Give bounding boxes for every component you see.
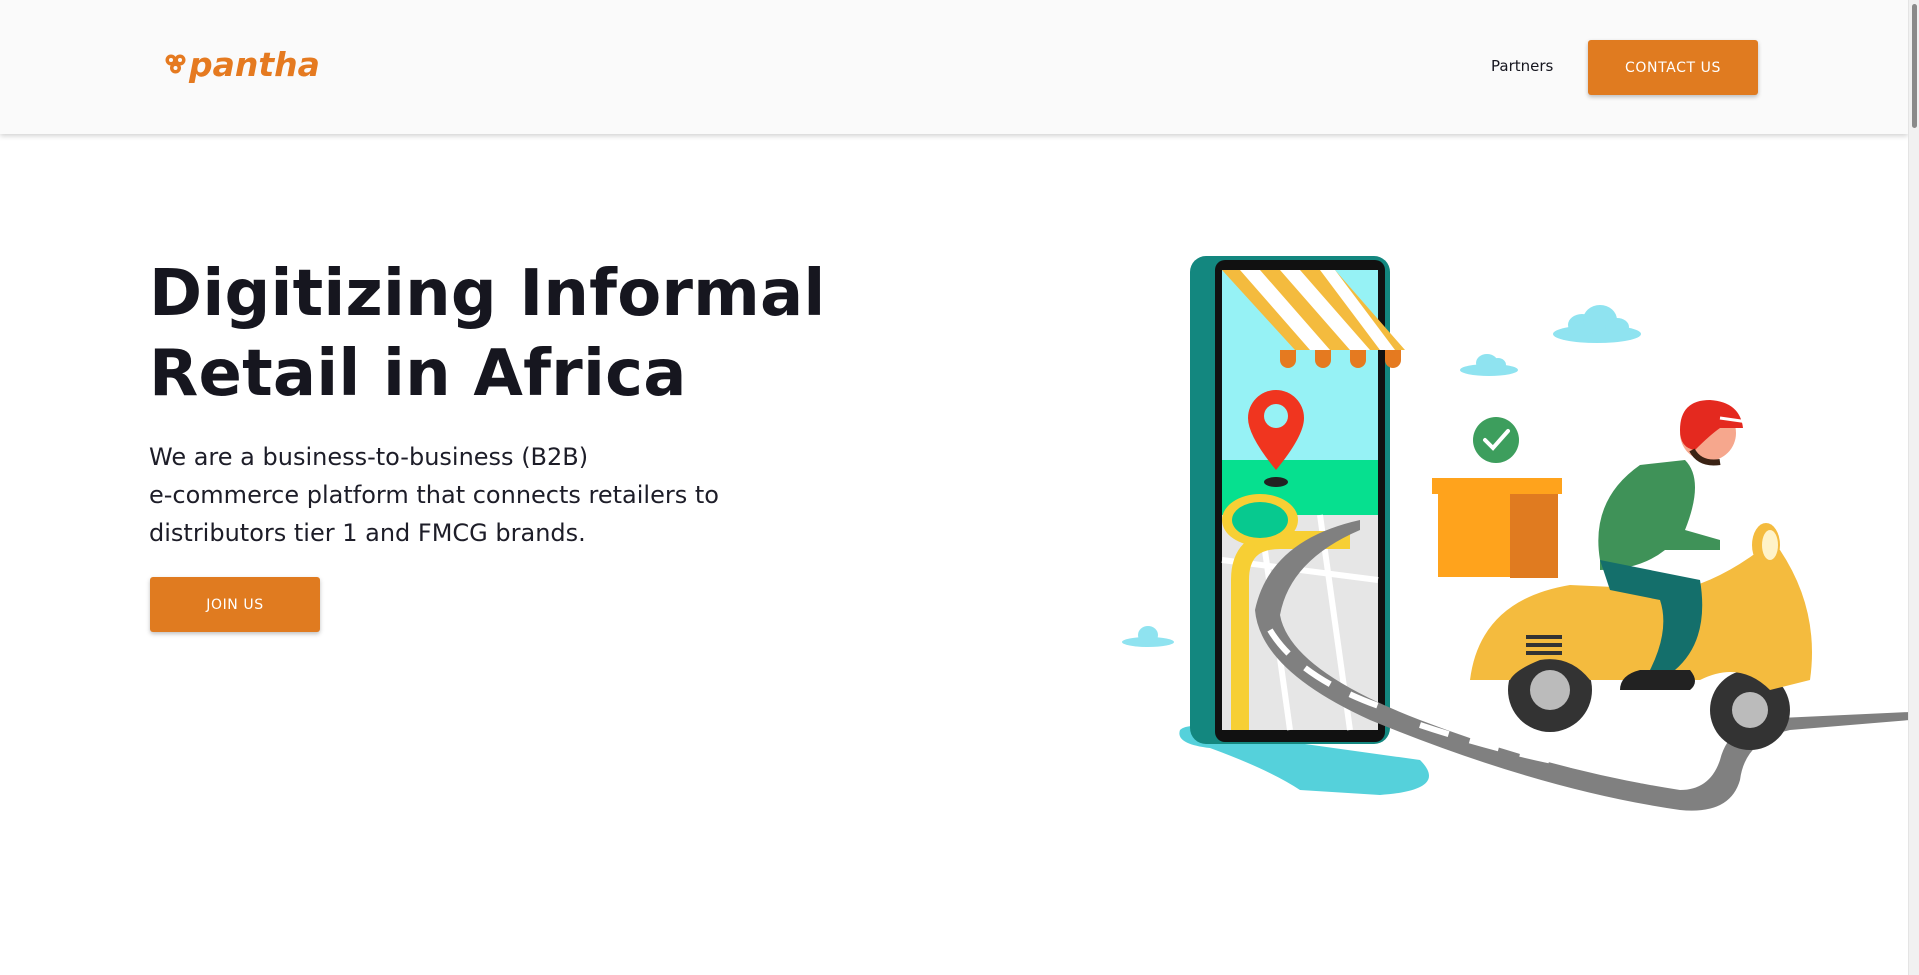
nav-link-partners[interactable]: Partners	[1491, 57, 1553, 75]
logo-link[interactable]: pantha	[163, 44, 320, 84]
logo-text: pantha	[189, 44, 320, 84]
hero-title: Digitizing Informal Retail in Africa	[149, 254, 849, 414]
hero-subtitle: We are a business-to-business (B2B) e-co…	[149, 438, 799, 552]
page-scrollbar[interactable]	[1908, 0, 1919, 975]
hero-title-line-1: Digitizing Informal	[149, 257, 826, 331]
hero-subtitle-line-1: We are a business-to-business (B2B)	[149, 443, 589, 471]
site-header: pantha Partners CONTACT US	[0, 0, 1908, 134]
pantha-logo-icon	[165, 54, 186, 74]
scrollbar-thumb[interactable]	[1912, 4, 1917, 128]
join-us-button[interactable]: JOIN US	[150, 577, 320, 632]
delivery-scooter-illustration	[1122, 256, 1910, 811]
hero-subtitle-line-2: e-commerce platform that connects retail…	[149, 481, 719, 509]
hero-subtitle-line-3: distributors tier 1 and FMCG brands.	[149, 519, 586, 547]
page: pantha Partners CONTACT US Digitizing In…	[0, 0, 1919, 975]
hero-title-line-2: Retail in Africa	[149, 337, 687, 411]
contact-us-button[interactable]: CONTACT US	[1588, 40, 1758, 95]
check-icon	[1473, 417, 1519, 463]
